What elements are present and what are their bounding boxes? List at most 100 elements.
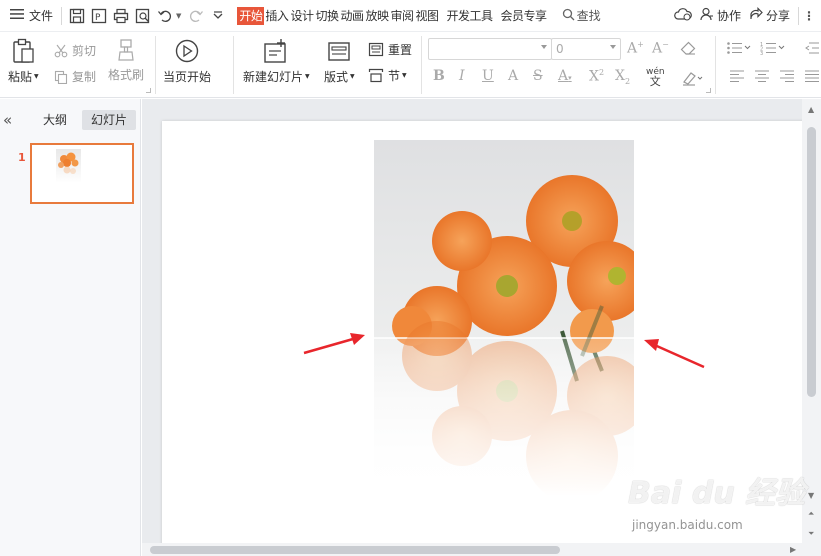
menu-icon — [10, 8, 24, 23]
align-center-icon[interactable] — [755, 70, 769, 85]
font-color-icon[interactable]: A▾ — [558, 68, 572, 84]
tab-animation[interactable]: 动画 — [339, 0, 364, 32]
justify-icon[interactable] — [805, 70, 819, 85]
new-slide-icon — [264, 39, 287, 63]
section-button[interactable]: 节 ▼ — [368, 67, 407, 84]
paste-button[interactable]: 粘贴 ▼ — [8, 38, 39, 85]
annotation-arrow-left — [303, 333, 365, 355]
collab-label: 协作 — [716, 9, 741, 23]
scroll-up-icon[interactable]: ▲ — [808, 105, 814, 114]
reset-label: 重置 — [388, 43, 413, 57]
file-menu[interactable]: 文件 — [0, 0, 57, 32]
strikethrough-icon[interactable]: S — [533, 68, 543, 84]
format-painter-button[interactable]: 格式刷 — [108, 38, 144, 83]
svg-text:P: P — [95, 13, 101, 23]
new-slide-button[interactable]: 新建幻灯片 ▼ — [243, 38, 310, 85]
tab-design[interactable]: 设计 — [289, 0, 314, 32]
cut-button[interactable]: 剪切 — [54, 42, 96, 59]
layout-icon — [328, 42, 351, 61]
chevron-down-icon: ▼ — [402, 72, 407, 79]
search-icon — [562, 8, 575, 24]
scroll-right-icon[interactable]: ▶ — [790, 545, 796, 554]
tab-developer[interactable]: 开发工具 — [446, 0, 494, 32]
tab-outline[interactable]: 大纲 — [34, 110, 76, 130]
reset-icon — [368, 42, 384, 57]
italic-icon[interactable]: I — [459, 68, 465, 84]
horizontal-scroll-thumb[interactable] — [150, 546, 560, 554]
brush-icon — [118, 39, 134, 61]
paste-label: 粘贴 — [8, 70, 33, 84]
divider — [61, 6, 63, 25]
export-icon[interactable]: P — [88, 5, 110, 27]
numbered-list-icon[interactable]: 123 — [760, 41, 786, 58]
preview-icon[interactable] — [132, 5, 154, 27]
watermark: Bai du 经验 jingyan.baidu.com — [628, 468, 805, 532]
new-slide-label: 新建幻灯片 — [243, 70, 304, 84]
play-icon — [175, 39, 199, 63]
cloud-sync-button[interactable] — [670, 0, 696, 32]
tab-slideshow[interactable]: 放映 — [364, 0, 389, 32]
layout-button[interactable]: 版式 ▼ — [324, 38, 355, 85]
vertical-scroll-thumb[interactable] — [807, 127, 816, 397]
bold-icon[interactable]: B — [433, 68, 445, 84]
paste-icon — [13, 38, 34, 63]
subscript-icon[interactable]: X2 — [615, 68, 630, 86]
reset-button[interactable]: 重置 — [368, 41, 412, 58]
format-painter-label: 格式刷 — [108, 68, 145, 82]
eraser-icon[interactable] — [680, 41, 696, 58]
align-right-icon[interactable] — [780, 70, 794, 85]
font-size-select[interactable]: 0 — [551, 38, 621, 60]
group-expand-icon[interactable] — [706, 88, 711, 93]
save-icon[interactable] — [66, 5, 88, 27]
scroll-down-icon[interactable]: ▼ — [808, 491, 814, 500]
bullet-list-icon[interactable] — [726, 41, 752, 58]
watermark-url: jingyan.baidu.com — [632, 518, 743, 532]
font-name-select[interactable] — [428, 38, 552, 60]
tab-view[interactable]: 视图 — [415, 0, 440, 32]
page-up-icon[interactable]: ⏶ — [808, 509, 814, 519]
grow-font-icon[interactable]: A+ — [627, 40, 644, 57]
underline-icon[interactable]: U — [482, 68, 494, 84]
tab-insert[interactable]: 插入 — [264, 0, 289, 32]
copy-icon — [54, 70, 68, 84]
shrink-font-icon[interactable]: A− — [652, 40, 669, 57]
section-icon — [368, 68, 384, 83]
share-button[interactable]: 分享 — [745, 0, 794, 32]
chevron-down-icon: ▼ — [34, 73, 39, 80]
undo-icon[interactable] — [154, 5, 176, 27]
from-current-button[interactable]: 当页开始 — [163, 38, 211, 85]
tab-transition[interactable]: 切换 — [314, 0, 339, 32]
chevron-down-icon — [541, 45, 547, 49]
page-down-icon[interactable]: ⏷ — [808, 529, 814, 539]
share-label: 分享 — [765, 9, 790, 23]
chevron-down-icon — [610, 45, 616, 49]
copy-label: 复制 — [72, 70, 97, 84]
search-button[interactable]: 查找 — [558, 0, 605, 32]
align-left-icon[interactable] — [730, 70, 744, 85]
tab-home[interactable]: 开始 — [237, 6, 265, 25]
copy-button[interactable]: 复制 — [54, 68, 96, 85]
horizontal-scrollbar[interactable]: ▶ — [142, 543, 802, 556]
tab-member[interactable]: 会员专享 — [500, 0, 548, 32]
tab-review[interactable]: 审阅 — [390, 0, 415, 32]
more-icon[interactable] — [207, 5, 229, 27]
highlight-icon[interactable] — [681, 70, 703, 89]
superscript-icon[interactable]: X2 — [589, 68, 604, 85]
text-effect-icon[interactable]: A — [508, 68, 518, 84]
collab-button[interactable]: 协作 — [696, 0, 745, 32]
print-icon[interactable] — [110, 5, 132, 27]
redo-icon[interactable] — [185, 5, 207, 27]
divider — [715, 36, 716, 94]
section-label: 节 — [388, 69, 401, 83]
more-vertical-icon[interactable]: ⋮ — [803, 9, 815, 23]
group-expand-icon[interactable] — [146, 88, 151, 93]
phonetic-icon[interactable]: wén 文 — [646, 68, 665, 88]
chevron-down-icon[interactable]: ▼ — [176, 12, 181, 20]
user-icon — [700, 7, 714, 24]
collapse-panel-icon[interactable]: « — [3, 111, 12, 129]
indent-icon[interactable] — [805, 41, 819, 58]
tab-slides[interactable]: 幻灯片 — [82, 110, 137, 130]
divider — [421, 36, 422, 94]
slide-thumbnail[interactable] — [30, 143, 134, 204]
file-label: 文件 — [29, 9, 54, 23]
